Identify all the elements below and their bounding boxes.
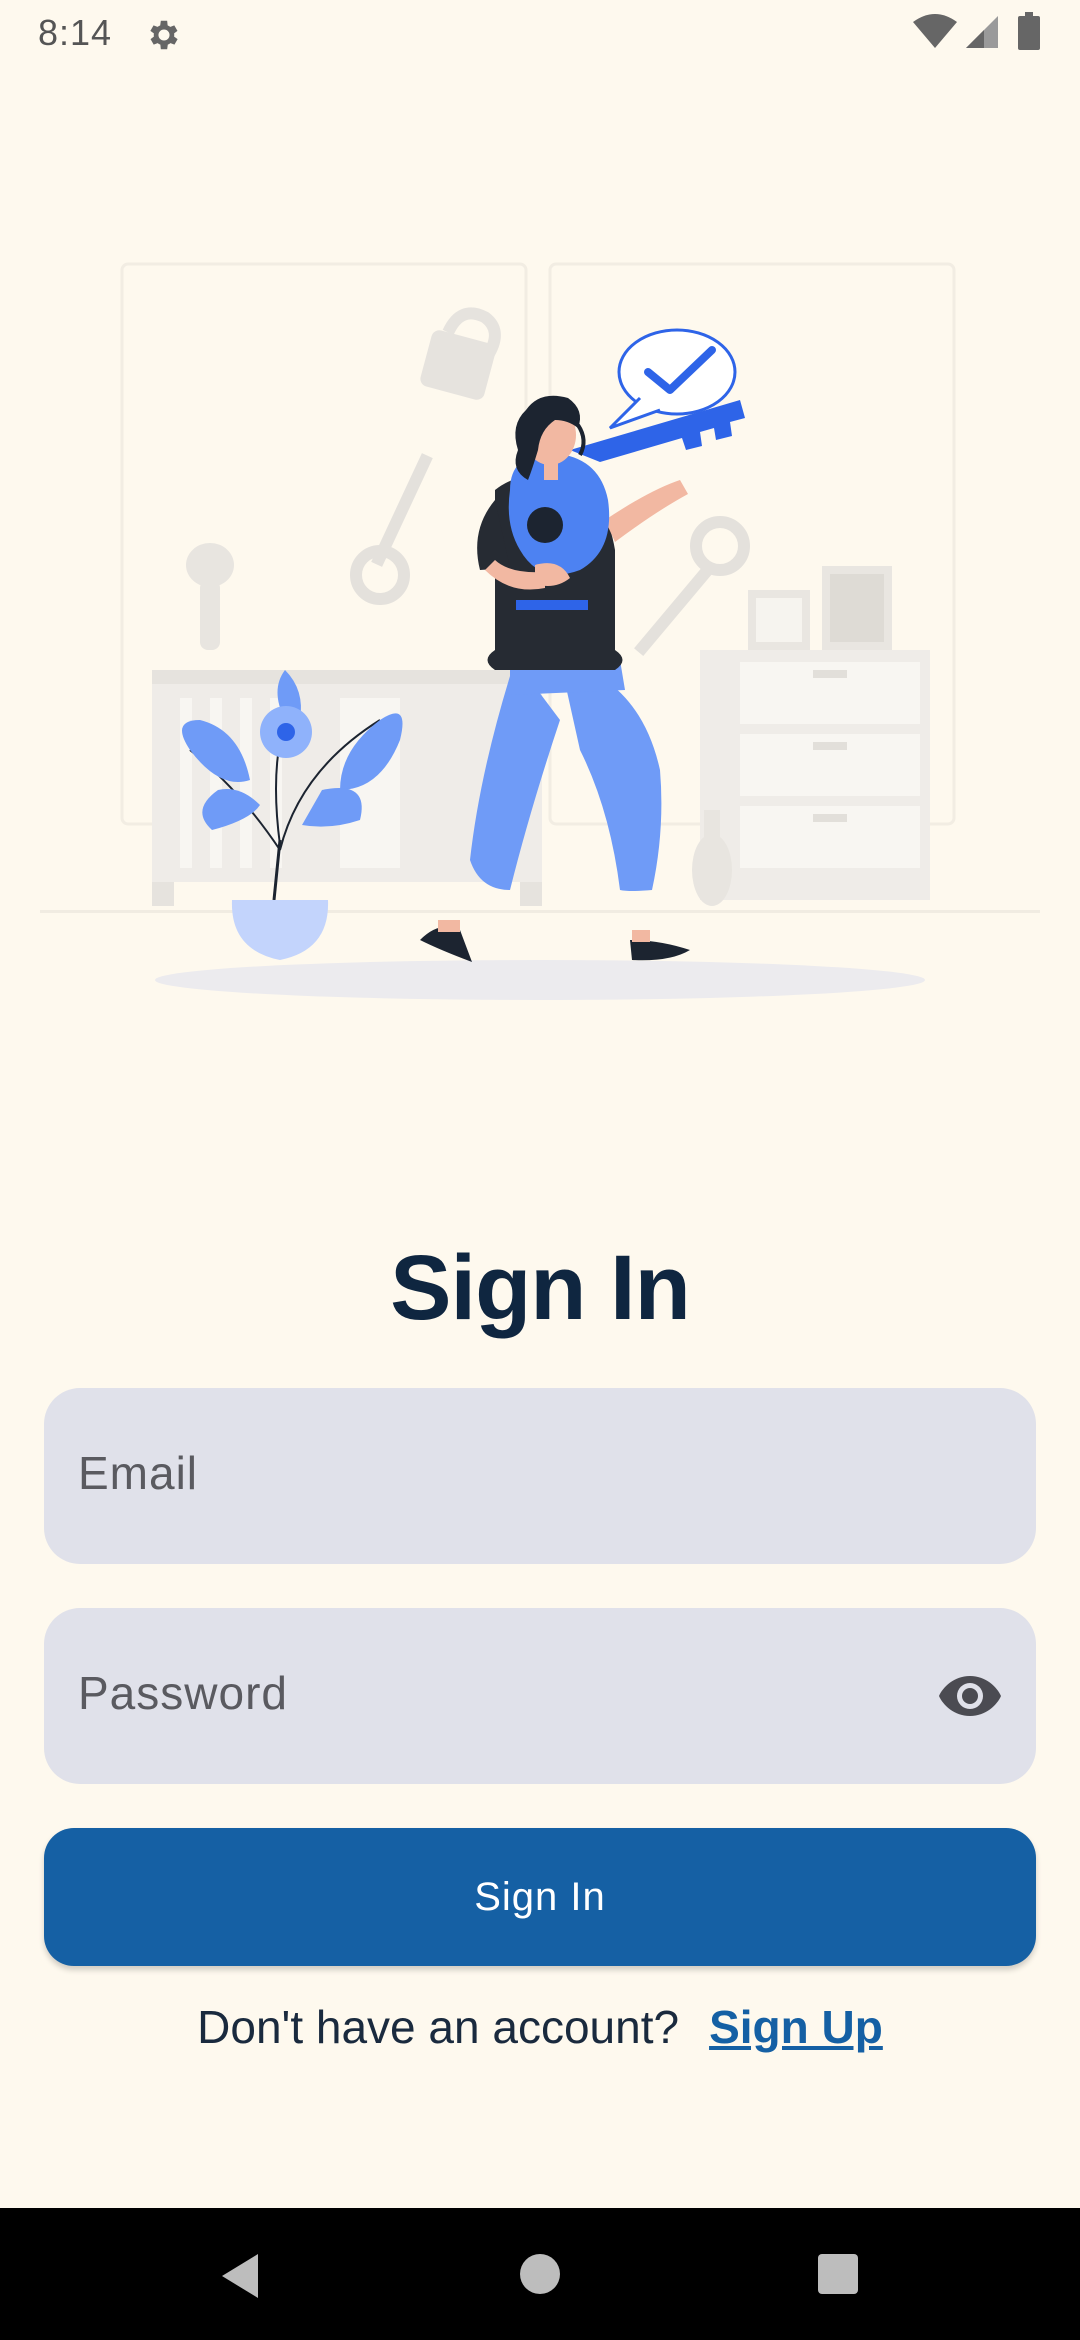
battery-icon <box>1018 12 1040 50</box>
home-icon[interactable] <box>520 2254 560 2294</box>
person-holding-key-illustration <box>40 262 1040 1000</box>
navigation-bar <box>0 2208 1080 2340</box>
sign-up-link[interactable]: Sign Up <box>709 2001 883 2053</box>
password-placeholder: Password <box>78 1667 288 1719</box>
sign-in-button[interactable]: Sign In <box>44 1828 1036 1966</box>
password-field[interactable]: Password <box>44 1608 1036 1784</box>
page-title: Sign In <box>390 1237 691 1339</box>
status-time: 8:14 <box>38 12 113 53</box>
status-bar: 8:14 <box>0 0 1080 66</box>
email-field[interactable]: Email <box>44 1388 1036 1564</box>
recents-icon[interactable] <box>818 2254 858 2294</box>
sign-up-prompt-text: Don't have an account? <box>197 2001 680 2053</box>
sign-in-screen: 8:14 Sign In Email Password Sign In Don'… <box>0 0 1080 2340</box>
signal-icon <box>966 16 998 48</box>
eye-icon[interactable] <box>938 1668 1002 1724</box>
wifi-icon <box>913 14 957 48</box>
email-placeholder: Email <box>78 1447 199 1499</box>
sign-up-prompt-row: Don't have an account? Sign Up <box>0 2000 1080 2054</box>
back-icon[interactable] <box>218 2252 262 2300</box>
gear-icon <box>150 20 178 50</box>
